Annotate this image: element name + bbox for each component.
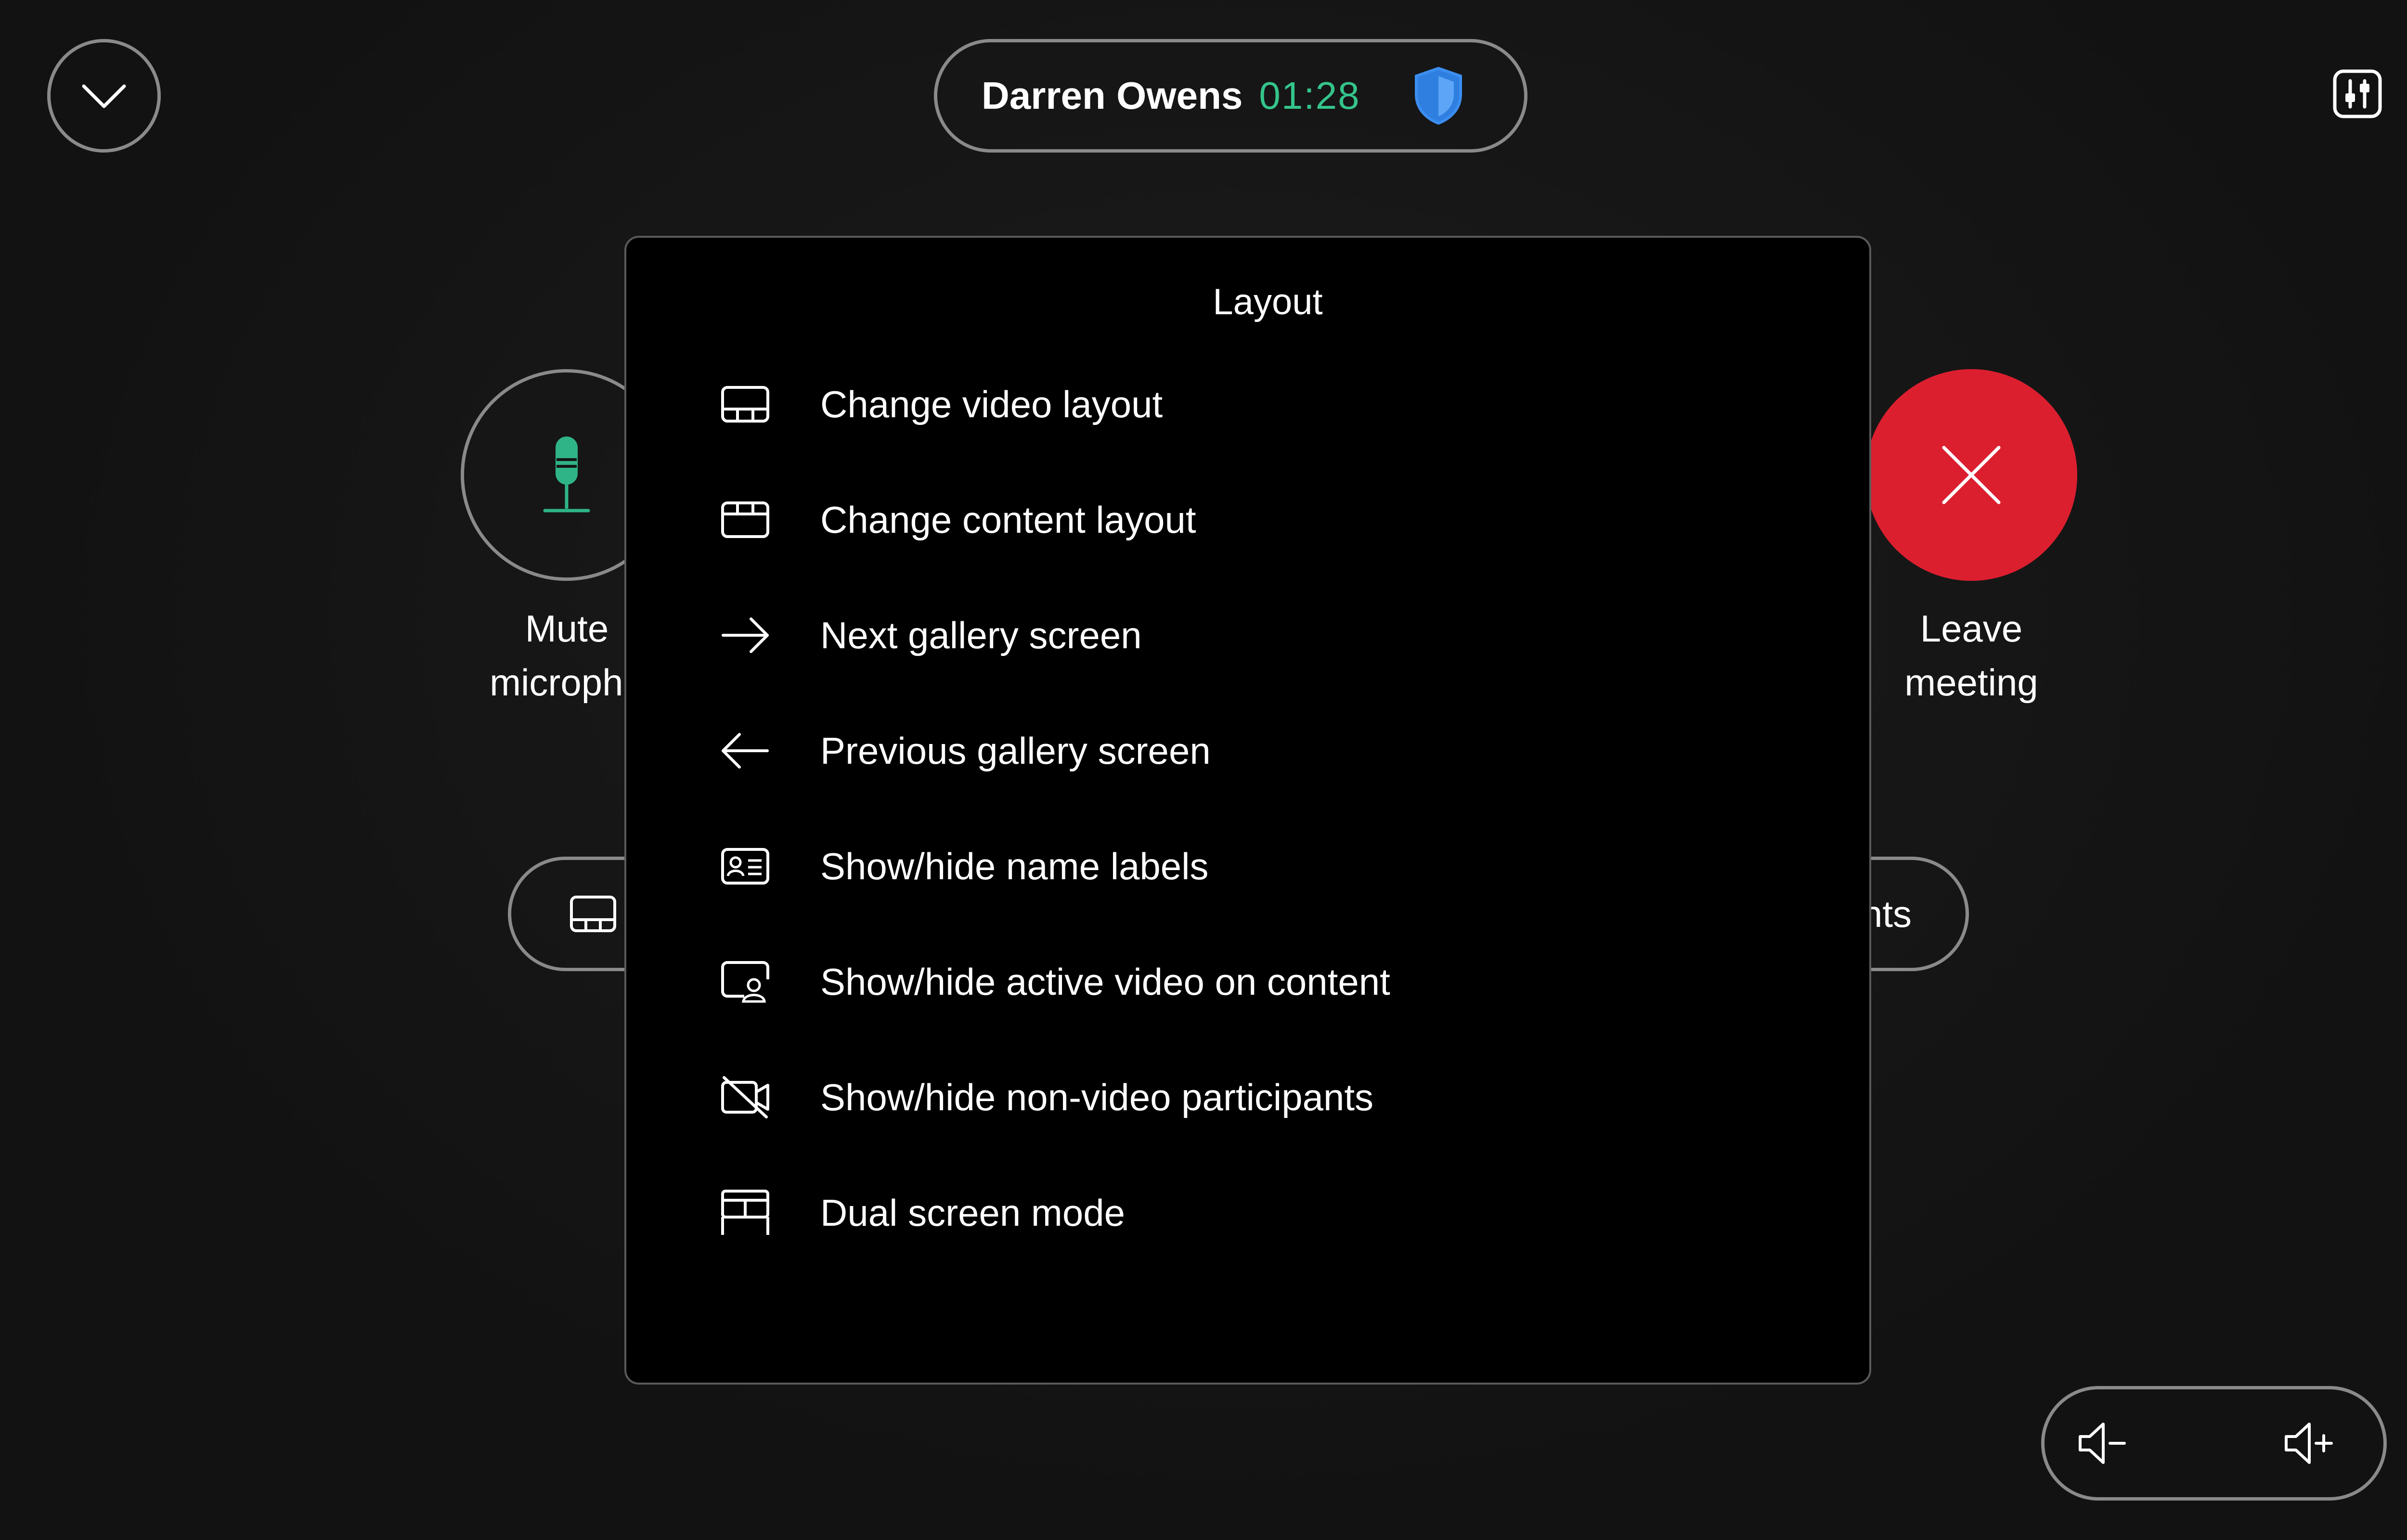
menu-item-change-video-layout[interactable]: Change video layout (626, 346, 1869, 462)
microphone-icon (543, 436, 590, 513)
menu-item-show-hide-non-video-participants[interactable]: Show/hide non-video participants (626, 1040, 1869, 1155)
call-info-pill[interactable]: Darren Owens 01:28 (934, 39, 1527, 153)
active-video-icon (720, 957, 770, 1007)
video-off-icon (720, 1072, 770, 1122)
call-duration: 01:28 (1259, 74, 1360, 117)
leave-meeting-button[interactable] (1865, 369, 2077, 581)
layout-menu-list: Change video layout Change content layou… (626, 346, 1869, 1270)
video-layout-icon (570, 896, 616, 932)
volume-up-button[interactable] (2282, 1419, 2335, 1467)
menu-item-next-gallery-screen[interactable]: Next gallery screen (626, 578, 1869, 693)
participant-name: Darren Owens (982, 74, 1243, 117)
menu-item-label: Show/hide name labels (820, 845, 1209, 887)
collapse-button[interactable] (47, 39, 161, 153)
volume-up-icon (2285, 1423, 2333, 1464)
menu-item-change-content-layout[interactable]: Change content layout (626, 462, 1869, 578)
menu-item-label: Show/hide non-video participants (820, 1076, 1374, 1118)
content-layout-icon (720, 495, 770, 545)
menu-item-label: Show/hide active video on content (820, 960, 1390, 1003)
leave-meeting-label: Leave meeting (1839, 602, 2104, 709)
dual-screen-icon (720, 1188, 770, 1238)
arrow-left-icon (720, 726, 770, 776)
dialog-title: Layout (1213, 282, 1323, 322)
menu-item-label: Next gallery screen (820, 614, 1142, 656)
arrow-right-icon (720, 610, 770, 660)
menu-item-label: Change content layout (820, 498, 1196, 541)
shield-icon (1414, 66, 1462, 125)
video-layout-icon (720, 379, 770, 429)
volume-down-button[interactable] (2076, 1419, 2129, 1467)
controls-icon (2333, 69, 2382, 118)
volume-down-icon (2079, 1423, 2126, 1464)
layout-menu-dialog: Layout Change video layout Change conten… (624, 236, 1871, 1385)
menu-item-label: Change video layout (820, 383, 1163, 425)
volume-control (2041, 1386, 2387, 1501)
menu-item-show-hide-name-labels[interactable]: Show/hide name labels (626, 808, 1869, 924)
menu-item-show-hide-active-video[interactable]: Show/hide active video on content (626, 924, 1869, 1040)
menu-item-dual-screen-mode[interactable]: Dual screen mode (626, 1155, 1869, 1270)
name-label-icon (720, 841, 770, 891)
menu-item-previous-gallery-screen[interactable]: Previous gallery screen (626, 693, 1869, 808)
leave-label-text: Leave meeting (1904, 607, 2038, 704)
menu-item-label: Previous gallery screen (820, 729, 1211, 772)
close-icon (1942, 446, 2001, 504)
menu-item-label: Dual screen mode (820, 1191, 1125, 1234)
settings-button[interactable] (2331, 67, 2384, 120)
chevron-down-icon (82, 84, 126, 108)
call-screen: Darren Owens 01:28 Mute micropho Leave m… (0, 0, 2407, 1540)
